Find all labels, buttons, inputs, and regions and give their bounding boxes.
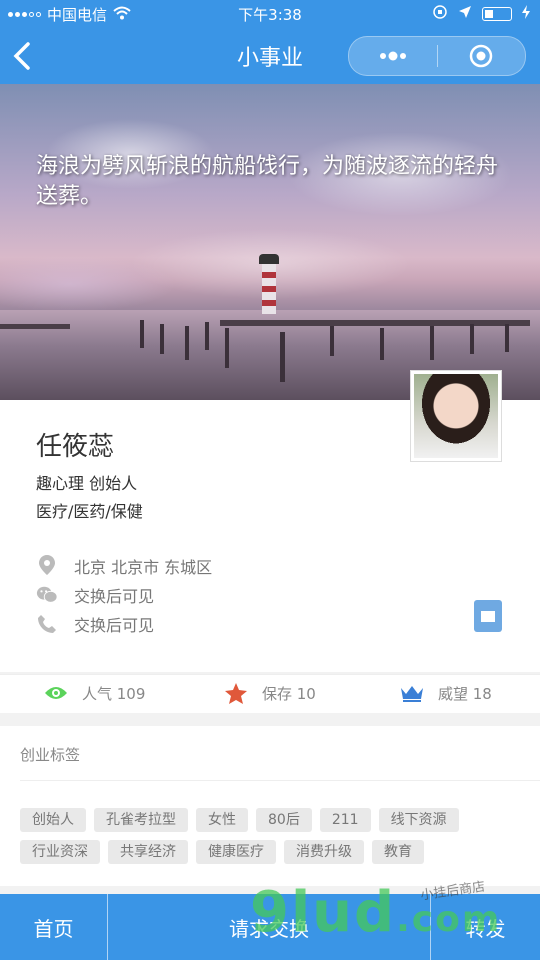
stat-prestige: 威望 18 bbox=[400, 682, 492, 704]
more-dots-icon bbox=[379, 51, 406, 61]
tag-item: 线下资源 bbox=[378, 808, 459, 832]
avatar[interactable] bbox=[410, 370, 502, 462]
profile-industry: 医疗/医药/保健 bbox=[36, 502, 143, 521]
tag-item: 消费升级 bbox=[284, 840, 364, 864]
saved-label: 保存 10 bbox=[262, 684, 316, 703]
banner-quote: 海浪为劈风斩浪的航船饯行，为随波逐流的轻舟送葬。 bbox=[36, 154, 499, 209]
location-row: 北京 北京市 东城区 bbox=[36, 554, 212, 578]
status-right bbox=[432, 4, 530, 24]
tag-item: 80后 bbox=[256, 808, 312, 832]
location-text: 北京 北京市 东城区 bbox=[74, 558, 213, 577]
eye-icon bbox=[44, 682, 68, 704]
popularity-label: 人气 109 bbox=[82, 684, 146, 703]
wechat-icon bbox=[36, 584, 58, 606]
lock-rotation-icon bbox=[432, 4, 448, 24]
miniprogram-capsule bbox=[348, 36, 526, 76]
avatar-photo bbox=[414, 374, 498, 458]
tag-item: 行业资深 bbox=[20, 840, 100, 864]
tag-item: 共享经济 bbox=[108, 840, 188, 864]
tag-item: 教育 bbox=[372, 840, 424, 864]
wechat-text: 交换后可见 bbox=[74, 587, 155, 606]
close-miniprogram-button[interactable] bbox=[438, 37, 526, 75]
phone-text: 交换后可见 bbox=[74, 616, 155, 635]
tag-item: 创始人 bbox=[20, 808, 86, 832]
divider bbox=[20, 780, 540, 781]
tags-title: 创业标签 bbox=[20, 746, 81, 764]
location-arrow-icon bbox=[458, 5, 472, 23]
star-icon bbox=[224, 682, 248, 704]
location-pin-icon bbox=[36, 555, 58, 577]
status-bar: 中国电信 下午3:38 bbox=[0, 0, 540, 28]
watermark-main: 9lud bbox=[250, 880, 397, 945]
target-circle-icon bbox=[470, 44, 493, 68]
crown-icon bbox=[400, 682, 424, 704]
tag-item: 211 bbox=[319, 808, 371, 832]
stat-saved: 保存 10 bbox=[224, 682, 316, 704]
more-button[interactable] bbox=[349, 37, 437, 75]
tag-list: 创始人 孔雀考拉型 女性 80后 211 线下资源 行业资深 共享经济 健康医疗… bbox=[20, 808, 520, 864]
nav-bar: 小事业 bbox=[0, 28, 540, 84]
tag-item: 健康医疗 bbox=[196, 840, 276, 864]
profile-role: 趣心理 创始人 bbox=[36, 474, 138, 493]
stat-popularity: 人气 109 bbox=[44, 682, 145, 704]
home-button[interactable]: 首页 bbox=[0, 894, 107, 960]
phone-row: 交换后可见 bbox=[36, 612, 154, 636]
business-card-image-icon[interactable] bbox=[474, 600, 502, 632]
profile-name: 任筱蕊 bbox=[36, 432, 115, 462]
watermark-suffix: .com bbox=[396, 899, 502, 940]
tag-item: 女性 bbox=[196, 808, 248, 832]
lighthouse bbox=[259, 254, 279, 314]
tag-item: 孔雀考拉型 bbox=[94, 808, 188, 832]
wechat-row: 交换后可见 bbox=[36, 583, 154, 607]
battery-icon bbox=[482, 7, 512, 21]
cover-banner: 海浪为劈风斩浪的航船饯行，为随波逐流的轻舟送葬。 bbox=[0, 84, 540, 400]
phone-icon bbox=[36, 613, 58, 635]
charging-icon bbox=[522, 5, 530, 23]
prestige-label: 威望 18 bbox=[438, 684, 492, 703]
